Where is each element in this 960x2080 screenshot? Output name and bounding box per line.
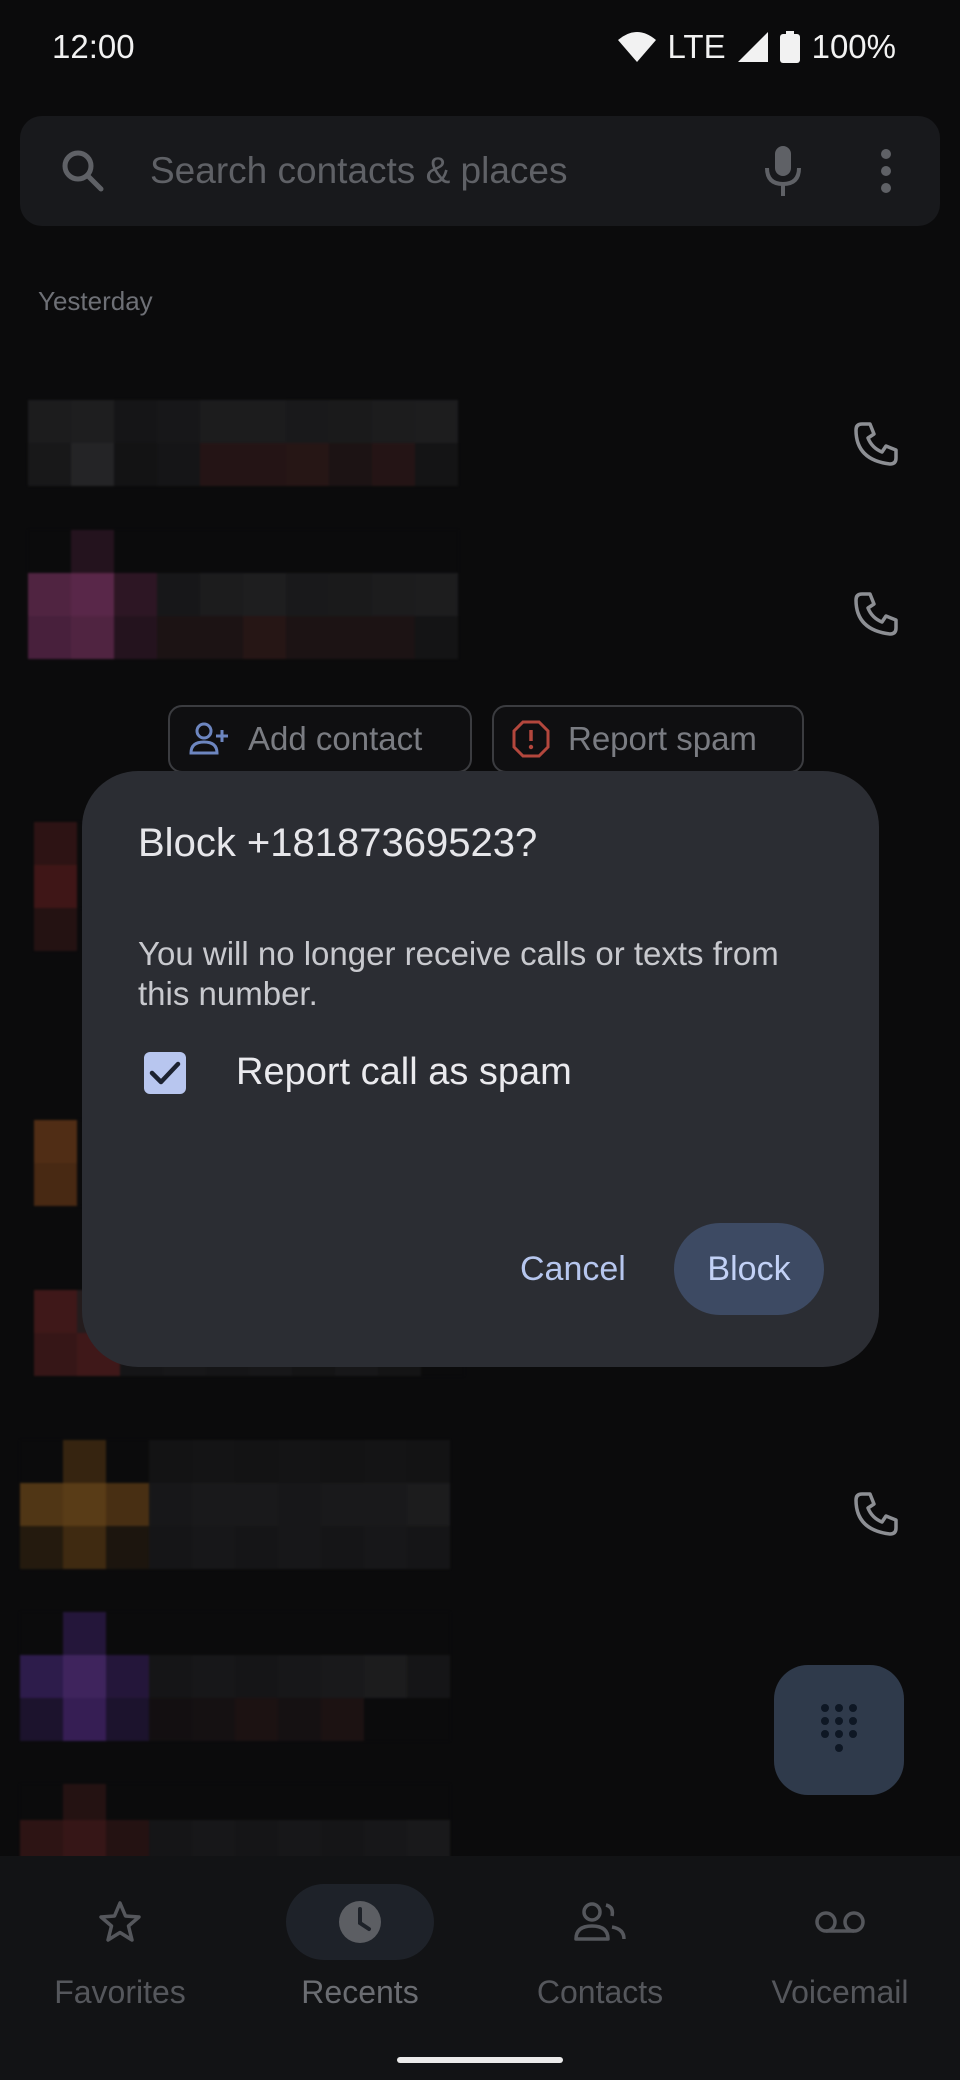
- redacted-caller-info: [20, 1784, 450, 1863]
- dialpad-button[interactable]: [774, 1665, 904, 1795]
- report-spam-checkbox[interactable]: [144, 1051, 186, 1094]
- add-contact-button[interactable]: Add contact: [168, 705, 472, 773]
- block-number-dialog: Block +18187369523? You will no longer r…: [82, 771, 879, 1367]
- status-time: 12:00: [52, 28, 135, 65]
- nav-contacts[interactable]: Contacts: [480, 1884, 720, 2011]
- nav-contacts-label: Contacts: [536, 1974, 664, 2010]
- add-person-icon: [189, 722, 228, 755]
- checkmark-icon: [149, 1061, 181, 1084]
- wifi-icon: [617, 32, 656, 62]
- people-icon: [574, 1902, 626, 1941]
- section-header-yesterday: Yesterday: [38, 286, 153, 316]
- clock-icon: [339, 1901, 381, 1943]
- block-button[interactable]: Block: [674, 1223, 824, 1315]
- redacted-caller-info: [20, 1612, 450, 1741]
- nav-favorites-label: Favorites: [54, 1974, 186, 2010]
- redacted-caller-info: [28, 400, 458, 486]
- dialpad-icon: [821, 1704, 857, 1752]
- search-input[interactable]: Search contacts & places: [150, 150, 568, 192]
- call-log-row[interactable]: [0, 400, 960, 500]
- nav-voicemail-label: Voicemail: [771, 1974, 909, 2010]
- report-spam-label: Report spam: [568, 720, 757, 757]
- call-icon[interactable]: [852, 1490, 900, 1538]
- mic-icon[interactable]: [758, 144, 808, 198]
- report-spam-button[interactable]: Report spam: [492, 705, 804, 773]
- star-icon: [99, 1901, 141, 1942]
- nav-favorites[interactable]: Favorites: [0, 1884, 240, 2011]
- call-log-row[interactable]: [0, 530, 960, 659]
- report-icon: [512, 720, 550, 758]
- nav-recents-label: Recents: [301, 1974, 419, 2010]
- status-bar: 12:00 LTE 100%: [0, 0, 960, 96]
- battery-percent: 100%: [811, 28, 896, 65]
- nav-recents[interactable]: Recents: [240, 1884, 480, 2011]
- search-icon: [62, 150, 104, 192]
- call-icon[interactable]: [852, 590, 900, 638]
- voicemail-icon: [815, 1911, 865, 1933]
- nav-voicemail[interactable]: Voicemail: [720, 1884, 960, 2011]
- redacted-caller-info: [20, 1440, 450, 1569]
- bottom-navigation: Favorites Recents Contacts Voicemail: [0, 1856, 960, 2080]
- redacted-caller-info: [28, 530, 458, 659]
- more-options-icon[interactable]: [876, 146, 896, 196]
- report-spam-checkbox-label: Report call as spam: [236, 1051, 572, 1093]
- add-contact-label: Add contact: [248, 720, 423, 757]
- cellular-signal-icon: [737, 32, 768, 62]
- status-icons: LTE 100%: [617, 28, 896, 66]
- report-spam-checkbox-row[interactable]: Report call as spam: [144, 1051, 572, 1094]
- dialog-message: You will no longer receive calls or text…: [138, 935, 779, 1012]
- home-indicator[interactable]: [397, 2057, 563, 2063]
- network-type: LTE: [667, 28, 726, 65]
- dialog-title: Block +18187369523?: [138, 821, 538, 865]
- call-icon[interactable]: [852, 420, 900, 468]
- battery-icon: [779, 31, 800, 63]
- call-log-row[interactable]: [0, 1440, 960, 1569]
- search-bar[interactable]: Search contacts & places: [20, 116, 940, 226]
- cancel-button[interactable]: Cancel: [502, 1223, 644, 1315]
